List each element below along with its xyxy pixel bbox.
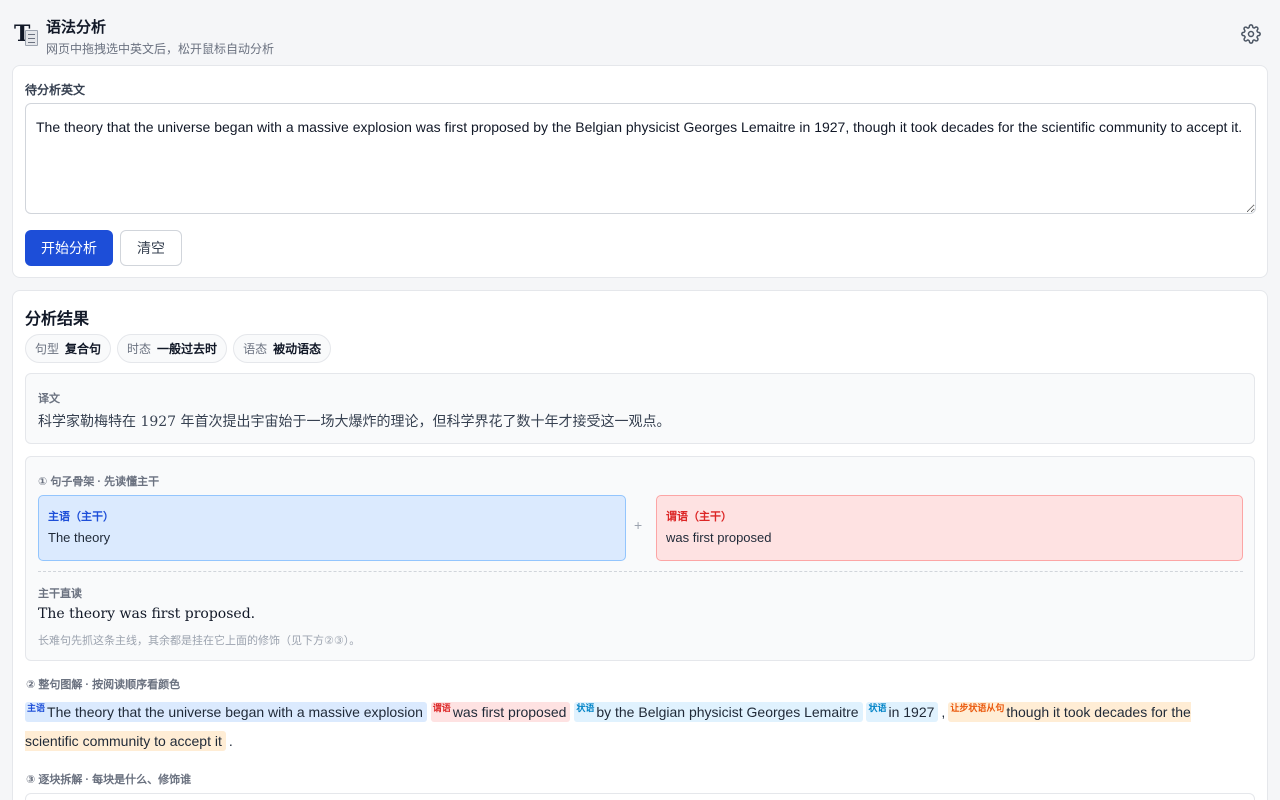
chunk-adverbial: 状语 in 1927 bbox=[866, 702, 939, 722]
core-text: The theory was first proposed. bbox=[38, 606, 256, 622]
chunk-tag: 状语 bbox=[576, 703, 595, 713]
comma: , bbox=[941, 704, 946, 720]
translation-box: 译文 科学家勒梅特在 1927 年首次提出宇宙始于一场大爆炸的理论，但科学界花了… bbox=[25, 373, 1255, 444]
skeleton-title: ① 句子骨架 · 先读懂主干 bbox=[38, 476, 160, 488]
analyze-button[interactable]: 开始分析 bbox=[25, 230, 113, 266]
chunk-tag: 谓语 bbox=[432, 703, 451, 713]
blocks-title: ③ 逐块拆解 · 每块是什么、修饰谁 bbox=[26, 774, 192, 786]
tag-key: 语态 bbox=[243, 342, 268, 356]
subject-value: The theory bbox=[48, 530, 111, 545]
sentence-diagram: 主语 The theory that the universe began wit… bbox=[25, 698, 1235, 756]
tag-key: 时态 bbox=[127, 342, 152, 356]
core-label: 主干直读 bbox=[38, 588, 82, 600]
translation-label: 译文 bbox=[38, 393, 60, 405]
chunk-subject: 主语 The theory that the universe began wit… bbox=[25, 702, 427, 722]
translation-text: 科学家勒梅特在 1927 年首次提出宇宙始于一场大爆炸的理论，但科学界花了数十年… bbox=[38, 414, 671, 430]
chunk-adverbial: 状语 by the Belgian physicist Georges Lemai… bbox=[574, 702, 863, 722]
chunk-text: in 1927 bbox=[888, 704, 935, 720]
skeleton-section: ① 句子骨架 · 先读懂主干 主语（主干） The theory + 谓语（主干… bbox=[25, 456, 1255, 661]
divider bbox=[38, 571, 1243, 572]
chunk-predicate: 谓语 was first proposed bbox=[430, 702, 571, 722]
tag-voice: 语态 被动语态 bbox=[233, 334, 332, 363]
input-card: 待分析英文 The theory that the universe began… bbox=[12, 65, 1268, 278]
predicate-value: was first proposed bbox=[666, 530, 772, 545]
plus-sign: + bbox=[634, 517, 643, 533]
chunk-text: was first proposed bbox=[452, 704, 567, 720]
diagram-title: ② 整句图解 · 按阅读顺序看颜色 bbox=[26, 679, 181, 691]
predicate-part: 谓语（主干） was first proposed bbox=[656, 495, 1243, 561]
english-text-input[interactable]: The theory that the universe began with … bbox=[25, 103, 1256, 214]
tag-value: 一般过去时 bbox=[157, 342, 218, 356]
chunk-tag: 让步状语从句 bbox=[950, 703, 1005, 713]
result-title: 分析结果 bbox=[25, 311, 90, 328]
tag-sentence-type: 句型 复合句 bbox=[25, 334, 112, 363]
app-subtitle: 网页中拖拽选中英文后，松开鼠标自动分析 bbox=[46, 42, 275, 56]
blocks-list bbox=[25, 793, 1255, 800]
text-document-icon: T bbox=[14, 22, 38, 48]
chunk-tag: 主语 bbox=[27, 703, 46, 713]
chunk-text: by the Belgian physicist Georges Lemaitr… bbox=[596, 704, 859, 720]
tag-value: 被动语态 bbox=[273, 342, 322, 356]
sentence-tags: 句型 复合句 时态 一般过去时 语态 被动语态 bbox=[25, 334, 332, 363]
clear-button[interactable]: 清空 bbox=[120, 230, 182, 266]
gear-icon[interactable] bbox=[1241, 24, 1261, 44]
input-label: 待分析英文 bbox=[25, 83, 86, 97]
core-note: 长难句先抓这条主线，其余都是挂在它上面的修饰（见下方②③）。 bbox=[38, 635, 361, 647]
tag-tense: 时态 一般过去时 bbox=[117, 334, 228, 363]
tag-value: 复合句 bbox=[65, 342, 102, 356]
app-title: 语法分析 bbox=[46, 19, 107, 36]
app-header: T 语法分析 网页中拖拽选中英文后，松开鼠标自动分析 bbox=[0, 0, 1280, 64]
subject-part: 主语（主干） The theory bbox=[38, 495, 626, 561]
predicate-label: 谓语（主干） bbox=[666, 511, 732, 523]
result-card: 分析结果 句型 复合句 时态 一般过去时 语态 被动语态 译文 科学家勒梅特在 … bbox=[12, 290, 1268, 800]
subject-label: 主语（主干） bbox=[48, 511, 114, 523]
chunk-tag: 状语 bbox=[868, 703, 887, 713]
period: . bbox=[228, 733, 233, 749]
tag-key: 句型 bbox=[35, 342, 60, 356]
chunk-text: The theory that the universe began with … bbox=[47, 704, 423, 720]
